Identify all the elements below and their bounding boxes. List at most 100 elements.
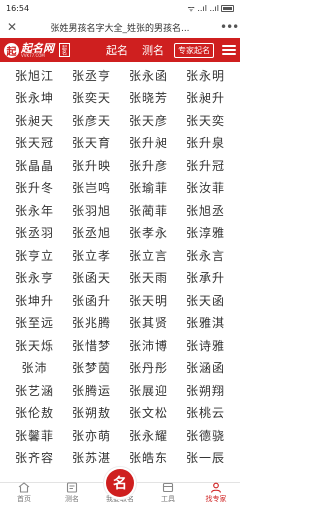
name-item[interactable]: 张展迎 [120, 379, 177, 402]
name-item[interactable]: 张至远 [6, 312, 63, 335]
name-item[interactable]: 张天育 [63, 132, 120, 155]
name-item[interactable]: 张艺涵 [6, 379, 63, 402]
name-item[interactable]: 张丞旭 [63, 222, 120, 245]
name-item[interactable]: 张丞羽 [6, 222, 63, 245]
name-item[interactable]: 张昶升 [177, 87, 234, 110]
home-icon [18, 482, 30, 493]
name-item[interactable]: 张桃云 [177, 402, 234, 425]
menu-icon[interactable] [222, 45, 236, 55]
name-item[interactable]: 张天烁 [6, 334, 63, 357]
name-item[interactable]: 张亨立 [6, 244, 63, 267]
name-item[interactable]: 张孝永 [120, 222, 177, 245]
bottom-nav-home[interactable]: 首页 [0, 482, 48, 506]
name-item[interactable]: 张瑜菲 [120, 177, 177, 200]
browser-title-bar: ✕ 张姓男孩名字大全_姓张的男孩名... ••• [0, 16, 240, 38]
name-item[interactable]: 张升冠 [177, 154, 234, 177]
name-item[interactable]: 张朔敖 [63, 402, 120, 425]
name-grid: 张旭江 张丞亨 张永函 张永明 张永坤 张奕天 张晓芳 张昶升 张昶天 张彦天 张天彦 张天奕 张天冠张… [0, 64, 240, 464]
name-item[interactable]: 张伦敖 [6, 402, 63, 425]
name-item[interactable]: 张皓东 [120, 447, 177, 464]
header-nav: 起名 测名 专家起名 [100, 42, 236, 58]
name-item[interactable]: 张天彦 [120, 109, 177, 132]
bottom-nav-naming[interactable]: 名 我要取名 [96, 466, 144, 506]
name-item[interactable]: 张奕天 [63, 87, 120, 110]
name-item[interactable]: 张雅淇 [177, 312, 234, 335]
bottom-nav: 首页 测名 名 我要取名 工具 找专家 [0, 466, 240, 506]
name-item[interactable]: 张永函 [120, 64, 177, 87]
name-item[interactable]: 张升泉 [177, 132, 234, 155]
name-item[interactable]: 张岂鸣 [63, 177, 120, 200]
name-item[interactable]: 张涵函 [177, 357, 234, 380]
name-item[interactable]: 张永坤 [6, 87, 63, 110]
bottom-nav-expert[interactable]: 找专家 [192, 482, 240, 506]
name-item[interactable]: 张函天 [63, 267, 120, 290]
name-item[interactable]: 张丹彤 [120, 357, 177, 380]
name-item[interactable]: 张立言 [120, 244, 177, 267]
name-item[interactable]: 张惜梦 [63, 334, 120, 357]
more-icon[interactable]: ••• [220, 20, 239, 34]
name-item[interactable]: 张天奕 [177, 109, 234, 132]
name-item[interactable]: 张其贤 [120, 312, 177, 335]
name-item[interactable]: 张晶晶 [6, 154, 63, 177]
name-item[interactable]: 张文松 [120, 402, 177, 425]
name-item[interactable]: 张旭江 [6, 64, 63, 87]
name-item[interactable]: 张天明 [120, 289, 177, 312]
nav-ceming[interactable]: 测名 [136, 42, 170, 58]
name-item[interactable]: 张晓芳 [120, 87, 177, 110]
name-item[interactable]: 张永明 [177, 64, 234, 87]
site-header: 起 起名网 VVK77.COM 起名 起名 测名 专家起名 [0, 38, 240, 62]
name-item[interactable]: 张永耀 [120, 424, 177, 447]
site-logo[interactable]: 起 起名网 VVK77.COM 起名 [4, 41, 70, 58]
name-item[interactable]: 张升冬 [6, 177, 63, 200]
name-item[interactable]: 张天冠 [6, 132, 63, 155]
name-item[interactable]: 张升映 [63, 154, 120, 177]
name-item[interactable]: 张永言 [177, 244, 234, 267]
name-item[interactable]: 张旭丞 [177, 199, 234, 222]
name-item[interactable]: 张汝菲 [177, 177, 234, 200]
name-item[interactable]: 张昶天 [6, 109, 63, 132]
name-item[interactable]: 张彦天 [63, 109, 120, 132]
signal-icon: ᯤ ..ıl ..ıl [187, 3, 219, 13]
name-item[interactable]: 张亦萌 [63, 424, 120, 447]
name-item[interactable]: 张德骁 [177, 424, 234, 447]
status-bar: 16:54 ᯤ ..ıl ..ıl [0, 0, 240, 16]
tools-icon [162, 482, 174, 493]
name-item[interactable]: 张一辰 [177, 447, 234, 464]
name-item[interactable]: 张羽旭 [63, 199, 120, 222]
name-item[interactable]: 张淳雅 [177, 222, 234, 245]
name-item[interactable]: 张天雨 [120, 267, 177, 290]
name-item[interactable]: 张函升 [63, 289, 120, 312]
name-item[interactable]: 张升彦 [120, 154, 177, 177]
name-item[interactable]: 张坤升 [6, 289, 63, 312]
name-item[interactable]: 张梦茵 [63, 357, 120, 380]
status-time: 16:54 [6, 3, 30, 13]
expert-naming-button[interactable]: 专家起名 [174, 42, 214, 58]
naming-center-icon: 名 [103, 466, 137, 500]
name-item[interactable]: 张兆腾 [63, 312, 120, 335]
close-icon[interactable]: ✕ [4, 20, 20, 34]
nav-qiming[interactable]: 起名 [100, 42, 134, 58]
name-item[interactable]: 张立孝 [63, 244, 120, 267]
name-item[interactable]: 张永亨 [6, 267, 63, 290]
name-item[interactable]: 张朔翔 [177, 379, 234, 402]
name-item[interactable]: 张齐容 [6, 447, 63, 464]
name-item[interactable]: 张沛博 [120, 334, 177, 357]
name-item[interactable]: 张升昶 [120, 132, 177, 155]
page-title: 张姓男孩名字大全_姓张的男孩名... [50, 23, 190, 34]
name-item[interactable]: 张承升 [177, 267, 234, 290]
name-item[interactable]: 张天函 [177, 289, 234, 312]
status-indicators: ᯤ ..ıl ..ıl [188, 3, 234, 14]
name-item[interactable]: 张馨菲 [6, 424, 63, 447]
name-item[interactable]: 张丞亨 [63, 64, 120, 87]
logo-text: 起名网 [21, 41, 54, 55]
battery-icon [221, 4, 234, 12]
name-item[interactable]: 张诗雅 [177, 334, 234, 357]
bottom-nav-tools[interactable]: 工具 [144, 482, 192, 506]
name-item[interactable]: 张沛 [6, 357, 63, 380]
name-item[interactable]: 张腾运 [63, 379, 120, 402]
expert-icon [210, 482, 222, 493]
name-item[interactable]: 张苏湛 [63, 447, 120, 464]
bottom-nav-test[interactable]: 测名 [48, 482, 96, 506]
name-item[interactable]: 张永年 [6, 199, 63, 222]
name-item[interactable]: 张蔺菲 [120, 199, 177, 222]
